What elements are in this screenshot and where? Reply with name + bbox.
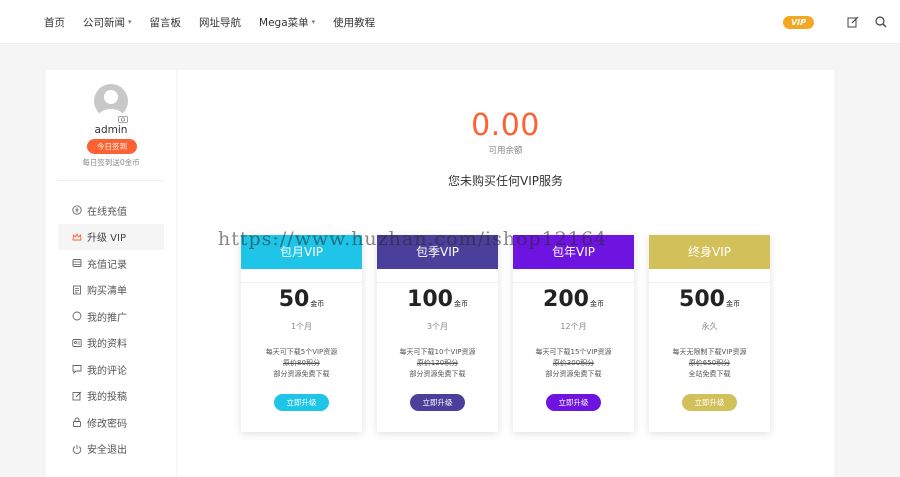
sidebar-item-promotion[interactable]: 我的推广	[58, 303, 164, 330]
plan-price: 500金币	[679, 287, 740, 312]
plan-original-price: 原价120积分	[416, 359, 459, 367]
power-icon	[72, 444, 82, 454]
plan-period: 永久	[701, 322, 718, 331]
plan-price: 100金币	[407, 287, 468, 312]
nav-item-news[interactable]: 公司新闻 ▾	[83, 15, 132, 30]
plan-price: 50金币	[278, 287, 325, 312]
plan-feature: 全站免费下载	[688, 370, 731, 378]
plan-period: 1个月	[290, 322, 313, 331]
nav-item-links[interactable]: 网址导航	[199, 15, 241, 30]
upgrade-button[interactable]: 立即升级	[546, 394, 601, 411]
plan-feature: 部分资源免费下载	[409, 370, 466, 378]
plan-card-quarterly: 包季VIP 100金币 3个月 每天可下载10个VIP资源 原价120积分 部分…	[377, 235, 498, 432]
plan-feature: 每天可下载10个VIP资源	[399, 348, 476, 356]
sidebar-item-change-password[interactable]: 修改密码	[58, 409, 164, 436]
upgrade-button[interactable]: 立即升级	[682, 394, 737, 411]
sidebar-item-profile[interactable]: 我的资料	[58, 330, 164, 357]
database-icon	[72, 258, 82, 268]
divider	[58, 180, 164, 181]
plan-card-monthly: 包月VIP 50金币 1个月 每天可下载5个VIP资源 原价80积分 部分资源免…	[241, 235, 362, 432]
comment-icon	[72, 364, 82, 375]
plan-card-yearly: 包年VIP 200金币 12个月 每天可下载15个VIP资源 原价300积分 部…	[513, 235, 634, 432]
top-navbar: 首页 公司新闻 ▾ 留言板 网址导航 Mega菜单 ▾ 使用教程 VIP	[0, 0, 900, 44]
plan-feature: 每天无限制下载VIP资源	[672, 348, 747, 356]
profile-icon	[72, 338, 82, 348]
plan-title: 终身VIP	[649, 235, 770, 269]
circle-icon	[72, 311, 82, 321]
sidebar-item-submissions[interactable]: 我的投稿	[58, 383, 164, 410]
plan-feature: 部分资源免费下载	[273, 370, 330, 378]
main-nav: 首页 公司新闻 ▾ 留言板 网址导航 Mega菜单 ▾ 使用教程	[44, 0, 393, 44]
username: admin	[94, 124, 128, 136]
upgrade-button[interactable]: 立即升级	[274, 394, 329, 411]
chevron-down-icon: ▾	[128, 18, 132, 26]
lock-icon	[72, 417, 82, 428]
nav-item-home[interactable]: 首页	[44, 15, 65, 30]
plan-feature: 部分资源免费下载	[545, 370, 602, 378]
nav-item-mega[interactable]: Mega菜单 ▾	[259, 15, 315, 30]
signin-note: 每日签到送0金币	[82, 158, 140, 167]
list-icon	[72, 285, 82, 295]
sidebar-item-purchases[interactable]: 购买清单	[58, 277, 164, 304]
nav-tools: VIP	[782, 0, 888, 44]
search-icon[interactable]	[874, 15, 888, 29]
plan-period: 12个月	[560, 322, 587, 331]
sidebar-item-recharge[interactable]: 在线充值	[58, 197, 164, 224]
sidebar-item-comments[interactable]: 我的评论	[58, 356, 164, 383]
plan-original-price: 原价650积分	[688, 359, 731, 367]
balance-amount: 0.00	[471, 108, 540, 143]
daily-signin-button[interactable]: 今日签到	[87, 139, 137, 154]
sidebar-item-upgrade-vip[interactable]: 升级 VIP	[58, 223, 164, 250]
chevron-down-icon: ▾	[311, 18, 316, 26]
plan-title: 包年VIP	[513, 235, 634, 269]
plan-feature: 每天可下载15个VIP资源	[535, 348, 612, 356]
plan-feature: 每天可下载5个VIP资源	[265, 348, 338, 356]
edit-icon	[72, 391, 82, 401]
plan-title: 包月VIP	[241, 235, 362, 269]
plan-original-price: 原价80积分	[283, 359, 320, 367]
vip-main-panel: 0.00 可用余额 您未购买任何VIP服务 包月VIP 50金币 1个月 每天可…	[177, 70, 834, 477]
plan-card-lifetime: 终身VIP 500金币 永久 每天无限制下载VIP资源 原价650积分 全站免费…	[649, 235, 770, 432]
plan-price: 200金币	[543, 287, 604, 312]
upgrade-button[interactable]: 立即升级	[410, 394, 465, 411]
camera-icon[interactable]	[118, 108, 128, 123]
nav-item-guestbook[interactable]: 留言板	[150, 15, 182, 30]
plan-period: 3个月	[426, 322, 449, 331]
crown-icon	[72, 232, 82, 242]
plan-original-price: 原价300积分	[552, 359, 595, 367]
user-sidebar: admin 今日签到 每日签到送0金币 在线充值 升级 VIP 充值记录 购买清…	[46, 70, 176, 477]
vip-status-text: 您未购买任何VIP服务	[448, 174, 563, 188]
balance-label: 可用余额	[488, 146, 523, 156]
plan-title: 包季VIP	[377, 235, 498, 269]
nav-item-tutorial[interactable]: 使用教程	[333, 15, 375, 30]
sidebar-item-logout[interactable]: 安全退出	[58, 436, 164, 463]
vip-badge[interactable]: VIP	[782, 15, 814, 29]
coin-icon	[72, 205, 82, 215]
sidebar-item-recharge-records[interactable]: 充值记录	[58, 250, 164, 277]
user-menu: 在线充值 升级 VIP 充值记录 购买清单 我的推广 我的资料 我的评论 我的投…	[58, 197, 164, 462]
edit-icon[interactable]	[846, 15, 860, 29]
